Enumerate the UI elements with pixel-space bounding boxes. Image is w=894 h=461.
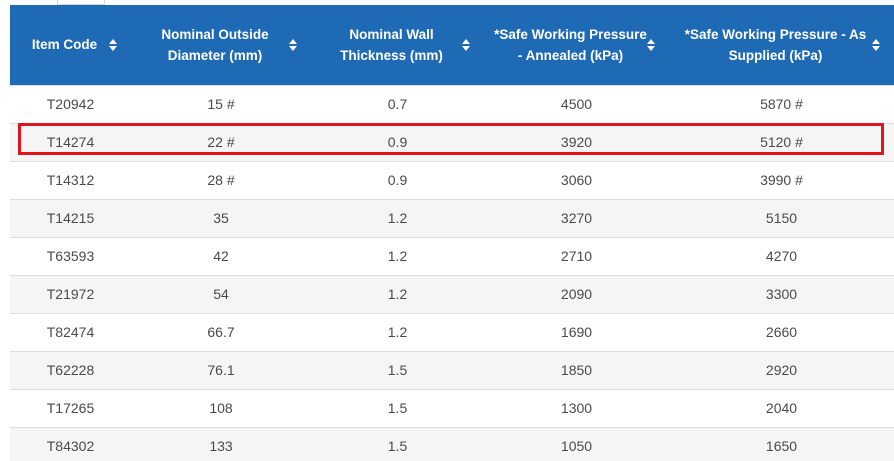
table-row: T84302 133 1.5 1050 1650: [10, 426, 894, 461]
table-row: T14215 35 1.2 3270 5150: [10, 198, 894, 237]
cell-outside-diameter: 54: [131, 274, 311, 313]
pipe-spec-table: Item Code Nominal Outside Diameter (mm) …: [10, 5, 894, 461]
cell-wall-thickness: 0.7: [311, 84, 484, 123]
cell-item-code: T14215: [10, 198, 131, 237]
cell-pressure-as-supplied: 5150: [669, 198, 894, 237]
table-row: T62228 76.1 1.5 1850 2920: [10, 350, 894, 389]
sort-icon[interactable]: [289, 38, 297, 51]
table-row: T82474 66.7 1.2 1690 2660: [10, 312, 894, 351]
cell-pressure-annealed: 3270: [484, 198, 669, 237]
cell-pressure-annealed: 2090: [484, 274, 669, 313]
cell-item-code: T20942: [10, 84, 131, 123]
column-header-pressure-as-supplied[interactable]: *Safe Working Pressure - As Supplied (kP…: [669, 5, 894, 85]
column-header-label: Item Code: [31, 37, 98, 53]
sort-icon[interactable]: [872, 38, 880, 51]
cell-pressure-annealed: 4500: [484, 84, 669, 123]
cell-outside-diameter: 42: [131, 236, 311, 275]
cell-pressure-annealed: 3920: [484, 122, 669, 161]
cell-item-code: T17265: [10, 388, 131, 427]
cell-pressure-as-supplied: 2660: [669, 312, 894, 351]
cell-wall-thickness: 1.2: [311, 274, 484, 313]
sort-icon[interactable]: [109, 38, 117, 51]
column-header-wall-thickness[interactable]: Nominal Wall Thickness (mm): [311, 5, 484, 85]
table-row-highlighted: T14274 22 # 0.9 3920 5120 #: [10, 122, 894, 161]
cell-pressure-annealed: 1690: [484, 312, 669, 351]
cell-item-code: T82474: [10, 312, 131, 351]
cell-item-code: T21972: [10, 274, 131, 313]
cell-pressure-as-supplied: 5120 #: [669, 122, 894, 161]
cell-wall-thickness: 1.5: [311, 388, 484, 427]
cell-pressure-annealed: 2710: [484, 236, 669, 275]
table-row: T14312 28 # 0.9 3060 3990 #: [10, 160, 894, 199]
cell-item-code: T63593: [10, 236, 131, 275]
cell-item-code: T14274: [10, 122, 131, 161]
cell-pressure-annealed: 3060: [484, 160, 669, 199]
cell-outside-diameter: 66.7: [131, 312, 311, 351]
cell-outside-diameter: 133: [131, 426, 311, 461]
sort-icon[interactable]: [462, 38, 470, 51]
cell-pressure-as-supplied: 2040: [669, 388, 894, 427]
cell-wall-thickness: 1.5: [311, 426, 484, 461]
sort-icon[interactable]: [647, 38, 655, 51]
cell-pressure-as-supplied: 3990 #: [669, 160, 894, 199]
cell-item-code: T14312: [10, 160, 131, 199]
cell-pressure-as-supplied: 3300: [669, 274, 894, 313]
column-header-label: Nominal Wall Thickness (mm): [340, 26, 443, 63]
cell-wall-thickness: 0.9: [311, 122, 484, 161]
cell-wall-thickness: 1.2: [311, 236, 484, 275]
cell-outside-diameter: 76.1: [131, 350, 311, 389]
table-row: T20942 15 # 0.7 4500 5870 #: [10, 84, 894, 123]
cell-pressure-annealed: 1300: [484, 388, 669, 427]
cell-item-code: T84302: [10, 426, 131, 461]
column-header-label: *Safe Working Pressure - Annealed (kPa): [494, 26, 647, 63]
cell-wall-thickness: 0.9: [311, 160, 484, 199]
cell-outside-diameter: 108: [131, 388, 311, 427]
table-body: T20942 15 # 0.7 4500 5870 # T14274 22 # …: [10, 84, 894, 461]
table-row: T63593 42 1.2 2710 4270: [10, 236, 894, 275]
header-row: Item Code Nominal Outside Diameter (mm) …: [10, 5, 894, 85]
cell-outside-diameter: 35: [131, 198, 311, 237]
cell-outside-diameter: 15 #: [131, 84, 311, 123]
cell-outside-diameter: 28 #: [131, 160, 311, 199]
cell-wall-thickness: 1.5: [311, 350, 484, 389]
table-row: T17265 108 1.5 1300 2040: [10, 388, 894, 427]
page: Item Code Nominal Outside Diameter (mm) …: [0, 0, 894, 461]
table-header: Item Code Nominal Outside Diameter (mm) …: [10, 5, 894, 85]
cell-item-code: T62228: [10, 350, 131, 389]
cell-pressure-as-supplied: 5870 #: [669, 84, 894, 123]
cell-pressure-as-supplied: 4270: [669, 236, 894, 275]
cell-pressure-as-supplied: 1650: [669, 426, 894, 461]
cell-pressure-annealed: 1050: [484, 426, 669, 461]
column-header-outside-diameter[interactable]: Nominal Outside Diameter (mm): [131, 5, 311, 85]
column-header-item-code[interactable]: Item Code: [10, 5, 131, 85]
table-row: T21972 54 1.2 2090 3300: [10, 274, 894, 313]
cell-outside-diameter: 22 #: [131, 122, 311, 161]
column-header-label: *Safe Working Pressure - As Supplied (kP…: [684, 26, 867, 63]
column-header-pressure-annealed[interactable]: *Safe Working Pressure - Annealed (kPa): [484, 5, 669, 85]
cell-wall-thickness: 1.2: [311, 198, 484, 237]
column-header-label: Nominal Outside Diameter (mm): [161, 26, 269, 63]
cell-wall-thickness: 1.2: [311, 312, 484, 351]
cell-pressure-as-supplied: 2920: [669, 350, 894, 389]
cell-pressure-annealed: 1850: [484, 350, 669, 389]
